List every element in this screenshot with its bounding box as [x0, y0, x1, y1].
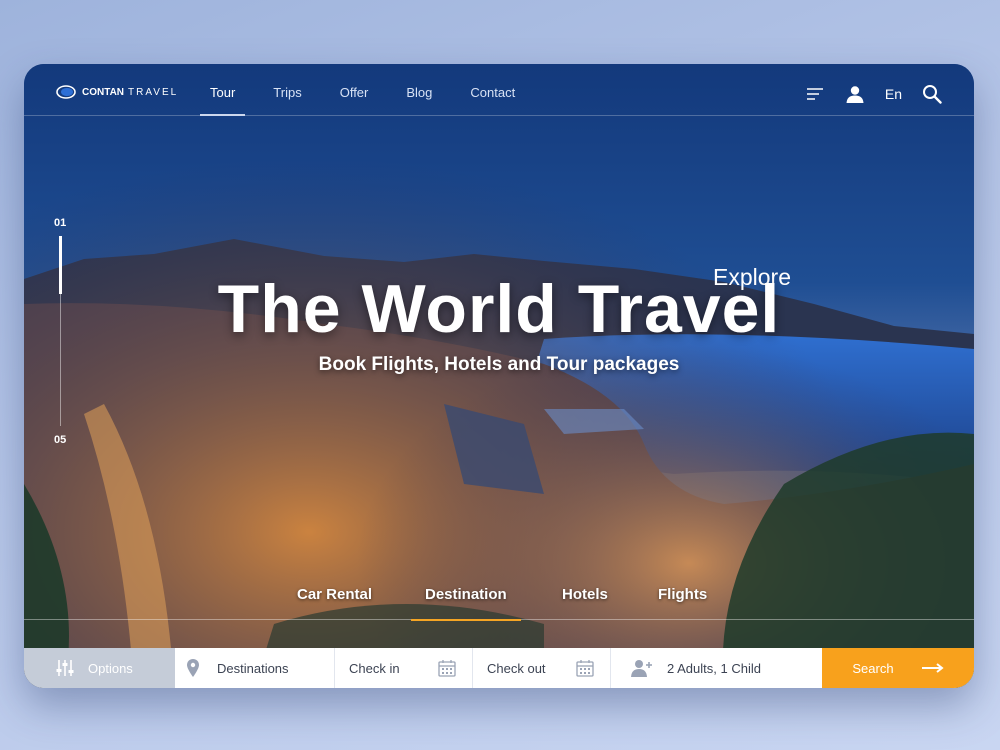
check-in-label: Check in [349, 660, 400, 676]
destinations-field[interactable]: Destinations [175, 648, 335, 688]
nav-item-trips[interactable]: Trips [263, 64, 311, 116]
search-icon[interactable] [922, 84, 942, 104]
menu-icon[interactable] [805, 84, 825, 104]
nav-item-tour[interactable]: Tour [200, 64, 246, 116]
check-in-field[interactable]: Check in [335, 648, 473, 688]
location-pin-icon [187, 659, 199, 677]
options-button[interactable]: Options [24, 648, 175, 688]
tab-car-rental[interactable]: Car Rental [297, 586, 372, 620]
search-button-label: Search [852, 660, 894, 676]
destinations-label: Destinations [217, 660, 289, 676]
booking-tabs: Car Rental Destination Hotels Flights [24, 586, 974, 621]
add-person-icon [631, 660, 652, 677]
tab-destination[interactable]: Destination [411, 586, 521, 621]
nav-actions: En [805, 84, 942, 104]
user-icon[interactable] [845, 84, 865, 104]
guests-label: 2 Adults, 1 Child [667, 660, 761, 676]
logo-swoosh-icon [56, 85, 76, 99]
sliders-icon [56, 660, 74, 676]
guests-field[interactable]: 2 Adults, 1 Child [611, 648, 822, 688]
options-label: Options [88, 660, 133, 676]
hero-headline: The World Travel [217, 271, 781, 347]
check-out-label: Check out [487, 660, 546, 676]
tab-flights[interactable]: Flights [658, 586, 707, 620]
language-selector[interactable]: En [885, 86, 902, 102]
brand-logo[interactable]: CONTAN TRAVEL [56, 82, 178, 102]
top-navigation: CONTAN TRAVEL Tour Trips Offer Blog Conta… [24, 64, 974, 116]
main-menu: Tour Trips Offer Blog Contact [200, 64, 543, 116]
nav-item-offer[interactable]: Offer [330, 64, 379, 116]
tab-hotels[interactable]: Hotels [562, 586, 608, 620]
nav-item-blog[interactable]: Blog [396, 64, 442, 116]
arrow-right-icon [921, 663, 944, 673]
calendar-icon [438, 660, 456, 677]
hero-subheadline: Book Flights, Hotels and Tour packages [318, 354, 680, 375]
slide-current-number: 01 [54, 217, 67, 229]
calendar-icon [576, 660, 594, 677]
search-button[interactable]: Search [822, 648, 974, 688]
check-out-field[interactable]: Check out [473, 648, 611, 688]
brand-name: CONTAN TRAVEL [82, 86, 179, 98]
hero-card: CONTAN TRAVEL Tour Trips Offer Blog Conta… [24, 64, 974, 688]
slide-total-number: 05 [54, 434, 67, 446]
nav-item-contact[interactable]: Contact [460, 64, 525, 116]
search-bar: Options Destinations Check in Check out [24, 648, 974, 688]
